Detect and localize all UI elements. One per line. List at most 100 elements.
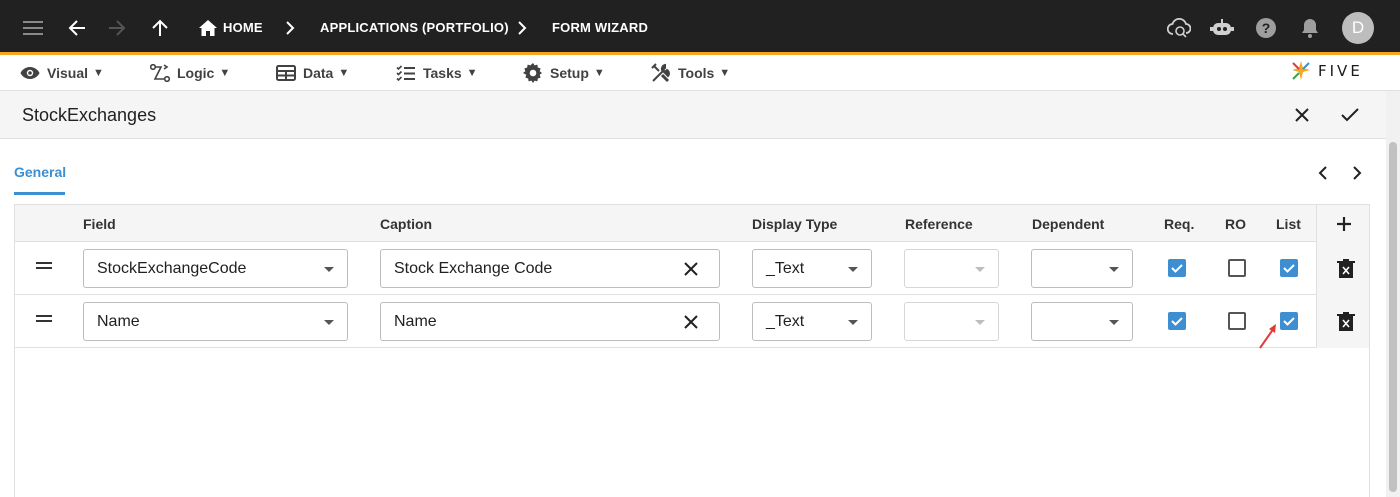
cancel-button[interactable]: [1287, 91, 1317, 139]
reference-select[interactable]: [904, 302, 999, 341]
form-header: StockExchanges: [0, 91, 1386, 139]
menu-tasks[interactable]: Tasks ▼: [396, 55, 478, 90]
plus-icon: [1337, 217, 1351, 231]
chevron-left-icon: [1318, 166, 1327, 180]
ro-checkbox[interactable]: [1228, 312, 1246, 330]
dropdown-arrow-icon: [324, 267, 334, 272]
menu-bar: Visual ▼ Logic ▼ Data ▼ Tasks ▼ Setup ▼ Tools…: [0, 55, 1400, 91]
home-icon[interactable]: [197, 0, 219, 55]
dropdown-arrow-icon: [848, 267, 858, 272]
caption-input[interactable]: Name: [380, 302, 720, 341]
drag-handle-icon[interactable]: [36, 312, 52, 324]
delete-row-button[interactable]: [1337, 312, 1355, 332]
breadcrumb-applications[interactable]: APPLICATIONS (PORTFOLIO): [320, 0, 509, 55]
req-checkbox[interactable]: [1168, 259, 1186, 277]
checkmark-icon: [1171, 264, 1183, 273]
help-icon[interactable]: ?: [1254, 0, 1278, 55]
table-row: StockExchangeCode Stock Exchange Code _T…: [15, 242, 1316, 295]
menu-logic-label: Logic: [177, 64, 215, 81]
app-bar: HOME APPLICATIONS (PORTFOLIO) FORM WIZAR…: [0, 0, 1400, 55]
table-row: Name Name _Text: [15, 295, 1316, 348]
field-select[interactable]: Name: [83, 302, 348, 341]
dropdown-arrow-icon: [848, 320, 858, 325]
gear-icon: [523, 62, 542, 83]
field-select-value: StockExchangeCode: [97, 259, 247, 277]
caption-input[interactable]: Stock Exchange Code: [380, 249, 720, 288]
scrollbar-thumb[interactable]: [1389, 142, 1397, 492]
reference-select[interactable]: [904, 249, 999, 288]
svg-text:?: ?: [1262, 20, 1271, 36]
table-icon: [276, 64, 296, 81]
menu-tasks-label: Tasks: [423, 64, 462, 81]
list-checkbox[interactable]: [1280, 312, 1298, 330]
display-type-select[interactable]: _Text: [752, 302, 872, 341]
dependent-select[interactable]: [1031, 302, 1133, 341]
chevron-right-icon: [1353, 166, 1362, 180]
up-arrow-icon[interactable]: [147, 0, 173, 55]
menu-setup-label: Setup: [550, 64, 589, 81]
dropdown-arrow-icon: [975, 267, 985, 272]
checkmark-icon: [1171, 317, 1183, 326]
trash-icon: [1337, 312, 1355, 331]
dropdown-arrow-icon: [1109, 320, 1119, 325]
delete-row-button[interactable]: [1337, 259, 1355, 279]
back-arrow-icon[interactable]: [64, 0, 90, 55]
menu-setup[interactable]: Setup ▼: [523, 55, 605, 90]
ro-checkbox[interactable]: [1228, 259, 1246, 277]
display-type-select[interactable]: _Text: [752, 249, 872, 288]
chevron-right-icon: [282, 0, 298, 55]
form-title: StockExchanges: [22, 104, 157, 125]
five-logo-text: FIVE: [1318, 62, 1363, 80]
display-type-value: _Text: [766, 312, 805, 330]
menu-visual[interactable]: Visual ▼: [20, 55, 104, 90]
tab-next-button[interactable]: [1344, 158, 1370, 188]
checkmark-icon: [1341, 108, 1359, 122]
five-logo: FIVE: [1290, 58, 1380, 84]
menu-tools-label: Tools: [678, 64, 715, 81]
column-header-reference: Reference: [905, 215, 973, 232]
column-header-ro: RO: [1225, 215, 1246, 232]
save-button[interactable]: [1335, 91, 1365, 139]
trash-icon: [1337, 259, 1355, 278]
fields-grid: Field Caption Display Type Reference Dep…: [14, 204, 1370, 497]
drag-handle-icon[interactable]: [36, 259, 52, 271]
breadcrumb-form-wizard[interactable]: FORM WIZARD: [552, 0, 648, 55]
tab-prev-button[interactable]: [1310, 158, 1336, 188]
breadcrumb-home[interactable]: HOME: [223, 0, 263, 55]
caption-input-value: Name: [394, 312, 437, 330]
list-checkbox[interactable]: [1280, 259, 1298, 277]
clear-icon[interactable]: [683, 261, 699, 277]
column-header-display-type: Display Type: [752, 215, 838, 232]
column-header-req: Req.: [1164, 215, 1195, 232]
checkmark-icon: [1283, 264, 1295, 273]
dependent-select[interactable]: [1031, 249, 1133, 288]
column-header-list: List: [1276, 215, 1301, 232]
field-select-value: Name: [97, 312, 140, 330]
forward-arrow-icon[interactable]: [104, 0, 130, 55]
tasks-icon: [396, 64, 415, 81]
tab-active-indicator: [14, 192, 65, 195]
tab-general[interactable]: General: [14, 150, 66, 194]
clear-icon[interactable]: [683, 314, 699, 330]
column-header-caption: Caption: [380, 215, 433, 232]
menu-tools[interactable]: Tools ▼: [651, 55, 730, 90]
field-select[interactable]: StockExchangeCode: [83, 249, 348, 288]
user-avatar[interactable]: D: [1342, 12, 1374, 44]
notifications-bell-icon[interactable]: [1298, 0, 1322, 55]
checkmark-icon: [1283, 317, 1295, 326]
menu-logic[interactable]: Logic ▼: [150, 55, 230, 90]
add-row-button[interactable]: [1334, 214, 1354, 234]
dropdown-arrow-icon: [1109, 267, 1119, 272]
cloud-sync-icon[interactable]: [1166, 0, 1192, 55]
dropdown-arrow-icon: [324, 320, 334, 325]
five-logo-mark-icon: [1292, 61, 1310, 80]
hamburger-menu-icon[interactable]: [20, 0, 46, 55]
display-type-value: _Text: [766, 259, 805, 277]
req-checkbox[interactable]: [1168, 312, 1186, 330]
chevron-right-icon: [514, 0, 530, 55]
logic-icon: [150, 63, 170, 82]
menu-data[interactable]: Data ▼: [276, 55, 349, 90]
tools-icon: [651, 62, 670, 82]
dropdown-arrow-icon: [975, 320, 985, 325]
assistant-bot-icon[interactable]: [1208, 0, 1236, 55]
